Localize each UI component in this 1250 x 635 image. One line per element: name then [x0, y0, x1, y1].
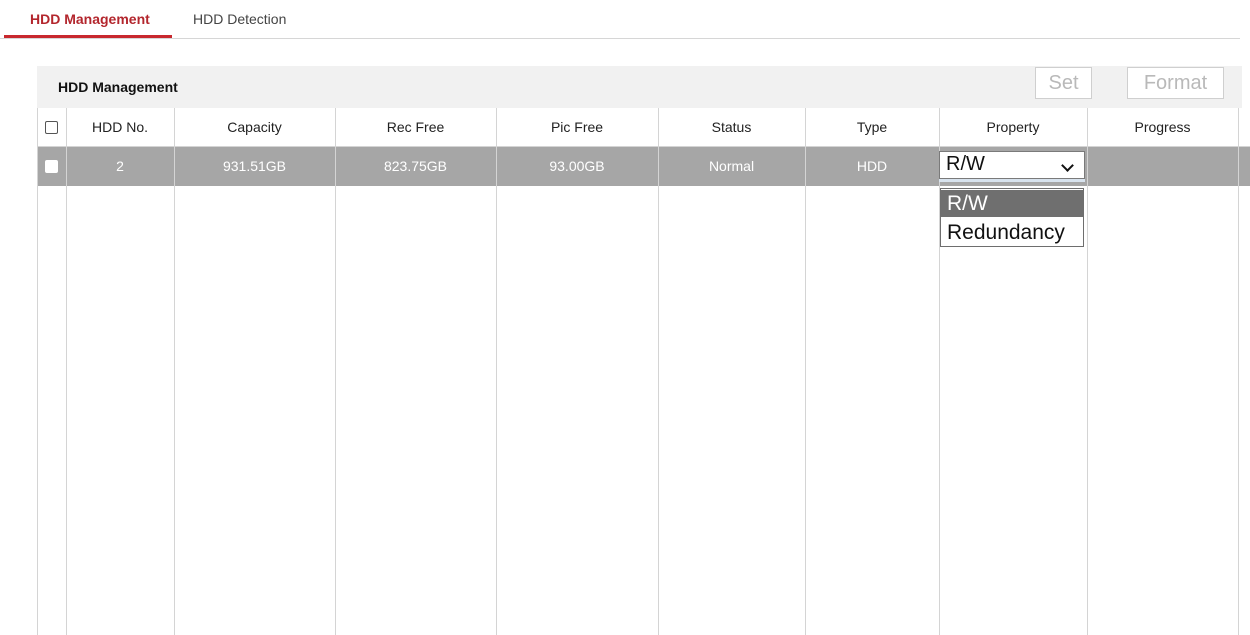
column-header-property[interactable]: Property	[939, 108, 1087, 146]
column-divider	[805, 108, 806, 635]
set-button[interactable]: Set	[1035, 67, 1092, 99]
column-header-rec-free[interactable]: Rec Free	[335, 108, 496, 146]
tab-bar: HDD Management HDD Detection	[0, 0, 1240, 39]
cell-status: Normal	[708, 158, 755, 174]
column-divider	[1238, 108, 1239, 635]
property-select-value: R/W	[946, 153, 985, 175]
cell-progress	[1087, 146, 1238, 186]
cell-capacity: 931.51GB	[222, 158, 287, 174]
chevron-down-icon	[1061, 159, 1074, 172]
panel-header: HDD Management Set Format	[37, 66, 1242, 108]
row-checkbox[interactable]	[45, 160, 58, 173]
column-header-pic-free[interactable]: Pic Free	[496, 108, 658, 146]
tab-hdd-detection[interactable]: HDD Detection	[193, 11, 286, 27]
cell-pic-free: 93.00GB	[549, 158, 605, 174]
dropdown-option-redundancy[interactable]: Redundancy	[941, 219, 1083, 246]
column-header-status[interactable]: Status	[658, 108, 805, 146]
column-header-type[interactable]: Type	[805, 108, 939, 146]
column-divider	[496, 108, 497, 635]
column-divider	[1087, 108, 1088, 635]
select-focus-ring	[939, 179, 1085, 182]
column-divider	[174, 108, 175, 635]
tab-hdd-management[interactable]: HDD Management	[30, 11, 150, 27]
select-all-checkbox[interactable]	[45, 121, 58, 134]
column-divider	[335, 108, 336, 635]
column-header-hdd-no[interactable]: HDD No.	[66, 108, 174, 146]
active-tab-indicator	[4, 35, 172, 38]
panel-title: HDD Management	[58, 79, 178, 95]
column-divider	[66, 108, 67, 635]
cell-hdd-no: 2	[116, 158, 124, 174]
cell-rec-free: 823.75GB	[383, 158, 448, 174]
cell-type: HDD	[856, 158, 888, 174]
column-divider	[658, 108, 659, 635]
column-header-progress[interactable]: Progress	[1087, 108, 1238, 146]
property-dropdown-list: R/W Redundancy	[940, 188, 1084, 247]
dropdown-option-rw[interactable]: R/W	[941, 190, 1083, 217]
column-header-capacity[interactable]: Capacity	[174, 108, 335, 146]
property-select[interactable]: R/W	[939, 151, 1085, 179]
format-button[interactable]: Format	[1127, 67, 1224, 99]
